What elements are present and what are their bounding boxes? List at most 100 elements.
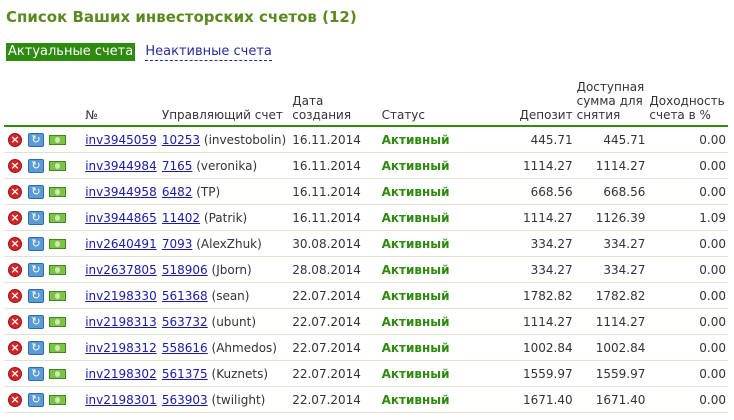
refresh-icon[interactable]: ↻ <box>27 157 45 175</box>
manager-link[interactable]: 563903 <box>162 393 208 407</box>
manager-link[interactable]: 561368 <box>162 289 208 303</box>
manager-cell: 11402 (Patrik) <box>159 204 291 231</box>
available-cell: 668.56 <box>574 178 648 205</box>
account-link[interactable]: inv3944984 <box>85 159 156 173</box>
yield-cell: 0.00 <box>647 360 728 387</box>
account-link[interactable]: inv3944865 <box>85 211 156 225</box>
account-cell: inv2198302 <box>83 360 160 387</box>
row-actions: × ↻ <box>4 256 84 283</box>
deposit-cell: 1114.27 <box>503 308 575 335</box>
manager-name: (Kuznets) <box>211 366 268 381</box>
status-cell: Активный <box>379 308 504 335</box>
account-link[interactable]: inv2198312 <box>85 341 156 355</box>
delete-icon[interactable]: × <box>6 312 24 331</box>
date-cell: 22.07.2014 <box>290 308 380 335</box>
money-icon[interactable] <box>48 287 66 305</box>
refresh-icon[interactable]: ↻ <box>27 131 45 149</box>
account-link[interactable]: inv2198313 <box>85 315 156 329</box>
tab-inactive-accounts[interactable]: Неактивные счета <box>145 43 272 61</box>
account-link[interactable]: inv3944958 <box>85 185 156 199</box>
account-cell: inv2637805 <box>83 256 160 283</box>
refresh-icon[interactable]: ↻ <box>27 391 45 409</box>
yield-cell: 0.00 <box>647 334 728 361</box>
deposit-cell: 334.27 <box>503 256 575 283</box>
account-link[interactable]: inv3945059 <box>85 133 156 147</box>
date-cell: 28.08.2014 <box>290 256 380 283</box>
delete-icon[interactable]: × <box>6 260 24 279</box>
status-badge: Активный <box>381 184 450 199</box>
date-cell: 22.07.2014 <box>290 360 380 387</box>
header-manager: Управляющий счет <box>159 76 291 127</box>
money-icon[interactable] <box>48 391 66 409</box>
manager-link[interactable]: 7165 <box>162 159 193 173</box>
table-row: × ↻ inv3944984 7165 (veronika) 16.11.2014 Акт… <box>4 152 728 179</box>
delete-icon[interactable]: × <box>6 156 24 175</box>
manager-name: (Patrik) <box>203 210 248 225</box>
delete-icon[interactable]: × <box>6 208 24 227</box>
delete-icon[interactable]: × <box>6 364 24 383</box>
delete-icon[interactable]: × <box>6 130 24 149</box>
manager-link[interactable]: 10253 <box>162 133 200 147</box>
account-link[interactable]: inv2198330 <box>85 289 156 303</box>
row-actions: × ↻ <box>4 282 84 309</box>
header-actions <box>4 76 84 127</box>
manager-link[interactable]: 558616 <box>162 341 208 355</box>
money-icon[interactable] <box>48 131 66 149</box>
manager-name: (AlexZhuk) <box>196 236 262 251</box>
manager-link[interactable]: 518906 <box>162 263 208 277</box>
refresh-icon[interactable]: ↻ <box>27 261 45 279</box>
manager-link[interactable]: 563732 <box>162 315 208 329</box>
tab-active-accounts[interactable]: Актуальные счета <box>6 43 136 61</box>
delete-icon[interactable]: × <box>6 286 24 305</box>
refresh-icon[interactable]: ↻ <box>27 183 45 201</box>
money-icon[interactable] <box>48 339 66 357</box>
account-link[interactable]: inv2198302 <box>85 367 156 381</box>
refresh-icon[interactable]: ↻ <box>27 365 45 383</box>
delete-icon[interactable]: × <box>6 338 24 357</box>
delete-icon[interactable]: × <box>6 234 24 253</box>
status-cell: Активный <box>379 152 504 179</box>
date-cell: 16.11.2014 <box>290 152 380 179</box>
money-icon[interactable] <box>48 313 66 331</box>
refresh-icon[interactable]: ↻ <box>27 209 45 227</box>
money-icon[interactable] <box>48 209 66 227</box>
table-row: × ↻ inv2198302 561375 (Kuznets) 22.07.2014 Ак… <box>4 360 728 387</box>
manager-link[interactable]: 561375 <box>162 367 208 381</box>
refresh-icon[interactable]: ↻ <box>27 313 45 331</box>
refresh-icon[interactable]: ↻ <box>27 235 45 253</box>
money-icon[interactable] <box>48 365 66 383</box>
yield-cell: 0.00 <box>647 386 728 413</box>
money-icon[interactable] <box>48 183 66 201</box>
manager-link[interactable]: 7093 <box>162 237 193 251</box>
deposit-cell: 334.27 <box>503 230 575 257</box>
manager-link[interactable]: 11402 <box>162 211 200 225</box>
available-cell: 1126.39 <box>574 204 648 231</box>
refresh-icon[interactable]: ↻ <box>27 339 45 357</box>
account-link[interactable]: inv2640491 <box>85 237 156 251</box>
available-cell: 1782.82 <box>574 282 648 309</box>
money-icon[interactable] <box>48 261 66 279</box>
delete-icon[interactable]: × <box>6 390 24 409</box>
deposit-cell: 1671.40 <box>503 386 575 413</box>
deposit-cell: 1782.82 <box>503 282 575 309</box>
yield-cell: 0.00 <box>647 178 728 205</box>
account-cell: inv3944958 <box>83 178 160 205</box>
manager-cell: 7093 (AlexZhuk) <box>159 230 291 257</box>
money-icon[interactable] <box>48 157 66 175</box>
status-cell: Активный <box>379 360 504 387</box>
money-icon[interactable] <box>48 235 66 253</box>
status-badge: Активный <box>381 210 450 225</box>
header-num: № <box>83 76 160 127</box>
refresh-icon[interactable]: ↻ <box>27 287 45 305</box>
manager-name: (ubunt) <box>211 314 257 329</box>
deposit-cell: 1559.97 <box>503 360 575 387</box>
delete-icon[interactable]: × <box>6 182 24 201</box>
manager-cell: 563732 (ubunt) <box>159 308 291 335</box>
yield-cell: 0.00 <box>647 230 728 257</box>
account-link[interactable]: inv2637805 <box>85 263 156 277</box>
row-actions: × ↻ <box>4 230 84 257</box>
account-link[interactable]: inv2198301 <box>85 393 156 407</box>
table-row: × ↻ inv3945059 10253 (investobolin) 16.11.20… <box>4 126 728 153</box>
manager-link[interactable]: 6482 <box>162 185 193 199</box>
yield-cell: 0.00 <box>647 308 728 335</box>
